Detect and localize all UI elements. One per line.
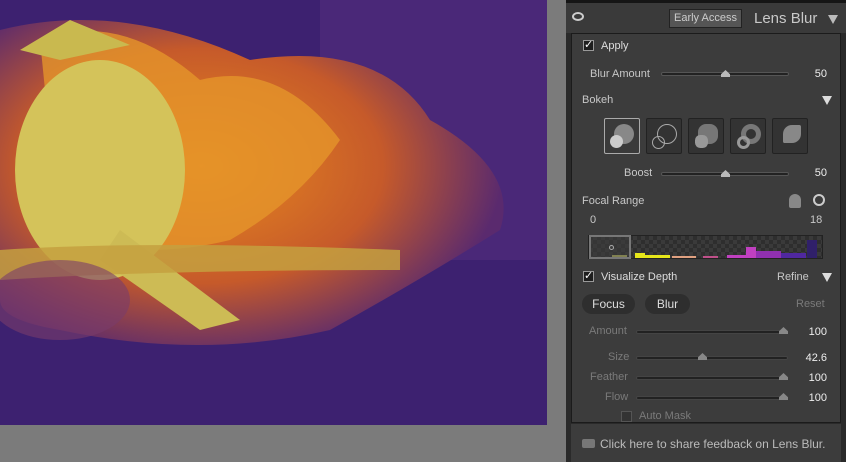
amount-slider[interactable] (636, 330, 788, 334)
feather-slider[interactable] (636, 376, 788, 380)
size-slider[interactable] (636, 356, 788, 360)
refine-expand-icon[interactable] (822, 273, 832, 282)
flow-label: Flow (605, 391, 629, 403)
bokeh-circle-small (610, 135, 623, 148)
size-value[interactable]: 42.6 (797, 352, 827, 364)
bokeh-blade-small (695, 135, 708, 148)
lens-blur-panel: Early Access Lens Blur ✓ Apply Blur Amou… (566, 0, 846, 462)
blur-brush-button[interactable]: Blur (645, 294, 690, 314)
blur-amount-label: Blur Amount (590, 68, 650, 80)
reset-button[interactable]: Reset (796, 298, 825, 310)
blur-amount-value[interactable]: 50 (797, 68, 827, 80)
visualize-depth-checkbox[interactable]: ✓ (583, 271, 594, 282)
feather-value[interactable]: 100 (797, 372, 827, 384)
boost-label: Boost (624, 167, 653, 179)
panel-header: Early Access Lens Blur (566, 0, 846, 33)
apply-label: Apply (601, 40, 629, 52)
amount-value[interactable]: 100 (797, 326, 827, 338)
bokeh-ring-small (737, 136, 750, 149)
auto-mask-label: Auto Mask (639, 410, 691, 422)
bokeh-bubble-button[interactable] (646, 118, 682, 154)
bokeh-bubble-small (652, 136, 665, 149)
subject-focus-icon[interactable] (789, 194, 801, 208)
apply-checkbox[interactable]: ✓ (583, 40, 594, 51)
bokeh-ring-button[interactable] (730, 118, 766, 154)
lens-blur-controls (571, 33, 841, 423)
visualize-depth-label: Visualize Depth (601, 271, 678, 283)
collapse-triangle-icon[interactable] (828, 15, 838, 24)
boost-value[interactable]: 50 (797, 167, 827, 179)
flow-value[interactable]: 100 (797, 392, 827, 404)
focal-range-selector[interactable] (589, 235, 631, 259)
bokeh-label: Bokeh (582, 94, 614, 106)
bokeh-circle-button[interactable] (604, 118, 640, 154)
feather-label: Feather (590, 371, 628, 383)
target-crosshair-icon[interactable] (813, 194, 825, 206)
photo-canvas[interactable] (0, 0, 547, 425)
focus-brush-button[interactable]: Focus (582, 294, 635, 314)
focal-point-icon (609, 245, 614, 250)
size-label: Size (608, 351, 630, 363)
early-access-badge: Early Access (669, 9, 742, 28)
amount-label: Amount (589, 325, 627, 337)
focal-range-histogram[interactable] (588, 235, 823, 259)
auto-mask-checkbox[interactable] (621, 411, 632, 422)
focal-range-min: 0 (590, 214, 597, 226)
bokeh-expand-icon[interactable] (822, 96, 832, 105)
panel-title: Lens Blur (754, 10, 818, 27)
refine-label[interactable]: Refine (777, 271, 809, 283)
bokeh-cat-eye-icon (783, 125, 801, 143)
focal-range-label: Focal Range (582, 195, 645, 207)
focal-range-max: 18 (810, 214, 823, 226)
bokeh-cat-eye-button[interactable] (772, 118, 808, 154)
depth-visualization-image (0, 0, 547, 425)
flow-slider[interactable] (636, 396, 788, 400)
feedback-bar[interactable]: Click here to share feedback on Lens Blu… (571, 424, 841, 462)
feedback-link[interactable]: Click here to share feedback on Lens Blu… (600, 437, 825, 451)
bokeh-blade-button[interactable] (688, 118, 724, 154)
chat-bubble-icon (582, 439, 595, 448)
visibility-eye-icon[interactable] (572, 12, 584, 21)
